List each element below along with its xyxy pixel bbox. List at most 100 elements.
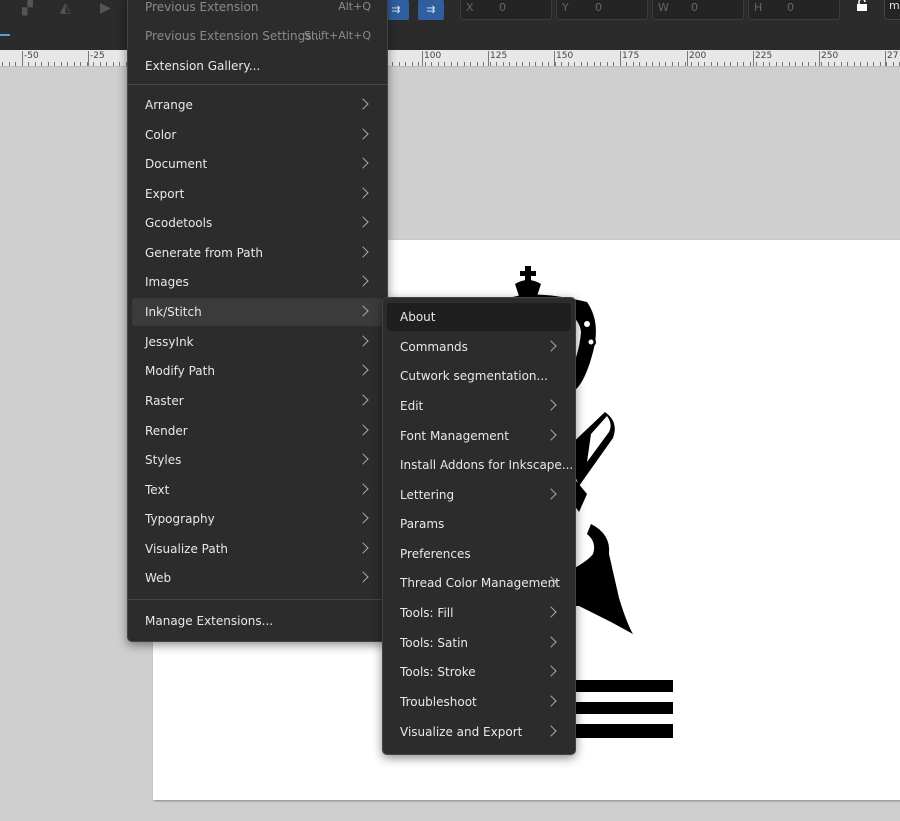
submenu-item-troubleshoot[interactable]: Troubleshoot (387, 688, 571, 716)
menu-item-raster[interactable]: Raster (132, 387, 383, 415)
menu-item-generate-from-path[interactable]: Generate from Path (132, 239, 383, 267)
menu-item-document[interactable]: Document (132, 150, 383, 178)
menu-item-previous-extension-settings[interactable]: Previous Extension Settings... Shift+Alt… (132, 22, 383, 50)
submenu-item-commands[interactable]: Commands (387, 333, 571, 361)
align-icon[interactable]: ▞ (22, 0, 33, 16)
submenu-item-install-addons[interactable]: Install Addons for Inkscape... (387, 451, 573, 479)
menu-item-web[interactable]: Web (132, 564, 383, 592)
submenu-item-params[interactable]: Params (387, 510, 571, 538)
ruler-tick (99, 62, 101, 66)
ruler-label: 250 (821, 51, 839, 61)
chevron-right-icon (545, 695, 557, 707)
ruler-tick (639, 62, 640, 66)
menu-item-styles[interactable]: Styles (132, 446, 383, 474)
menu-item-label: Font Management (400, 429, 509, 443)
submenu-item-tools-satin[interactable]: Tools: Satin (387, 629, 571, 657)
menu-item-label: Ink/Stitch (145, 305, 202, 319)
height-field[interactable]: H 0 (748, 0, 840, 20)
ruler-label: 200 (689, 51, 707, 61)
chevron-right-icon (357, 571, 369, 583)
chevron-right-icon (357, 335, 369, 347)
chevron-right-icon (357, 275, 369, 287)
ruler-tick (749, 62, 751, 66)
submenu-item-cutwork-segmentation[interactable]: Cutwork segmentation... (387, 362, 571, 390)
ruler-tick (808, 62, 809, 66)
ruler-tick (626, 62, 627, 66)
ruler-tick (743, 62, 744, 66)
menu-item-typography[interactable]: Typography (132, 505, 383, 533)
submenu-item-font-management[interactable]: Font Management (387, 422, 571, 450)
menu-item-label: Export (145, 187, 185, 201)
ruler-tick (684, 62, 686, 66)
width-field[interactable]: W 0 (652, 0, 744, 20)
ruler-tick (112, 62, 114, 66)
menu-item-color[interactable]: Color (132, 121, 383, 149)
menu-item-label: Tools: Stroke (400, 665, 476, 679)
menu-item-visualize-path[interactable]: Visualize Path (132, 535, 383, 563)
ruler-tick (840, 62, 842, 66)
ruler-label: -25 (90, 51, 105, 61)
lock-ratio-icon[interactable] (855, 0, 875, 16)
submenu-item-tools-fill[interactable]: Tools: Fill (387, 599, 571, 627)
x-label: X (466, 1, 474, 14)
chevron-right-icon (545, 340, 557, 352)
ruler-tick (834, 62, 835, 66)
x-coordinate-field[interactable]: X 0 (460, 0, 552, 20)
ruler-tick (463, 62, 465, 66)
ruler-tick (723, 62, 725, 66)
menu-item-images[interactable]: Images (132, 268, 383, 296)
submenu-item-lettering[interactable]: Lettering (387, 481, 571, 509)
menu-item-arrange[interactable]: Arrange (132, 91, 383, 119)
submenu-item-edit[interactable]: Edit (387, 392, 571, 420)
chevron-right-icon (545, 488, 557, 500)
ruler-tick (886, 62, 887, 66)
menu-item-extension-gallery[interactable]: Extension Gallery... (132, 52, 383, 80)
ruler-tick (769, 62, 770, 66)
submenu-item-about[interactable]: About (387, 303, 571, 331)
menu-item-gcodetools[interactable]: Gcodetools (132, 209, 383, 237)
menu-item-manage-extensions[interactable]: Manage Extensions... (132, 607, 383, 635)
menu-separator (128, 599, 387, 600)
menu-item-modify-path[interactable]: Modify Path (132, 357, 383, 385)
ruler-tick (697, 62, 699, 66)
ruler-tick (444, 62, 445, 66)
menu-item-shortcut: Alt+Q (338, 0, 371, 13)
ruler-tick (567, 62, 569, 66)
menu-item-label: Previous Extension Settings... (145, 29, 323, 43)
ruler-major-tick (488, 51, 489, 66)
y-coordinate-field[interactable]: Y 0 (556, 0, 648, 20)
h-label: H (754, 1, 763, 14)
ruler-tick (541, 62, 543, 66)
ruler-tick (821, 62, 822, 66)
lower-to-bottom-button[interactable]: ⇉ (418, 0, 444, 20)
menu-item-jessyink[interactable]: JessyInk (132, 328, 383, 356)
submenu-item-tools-stroke[interactable]: Tools: Stroke (387, 658, 571, 686)
ruler-tick (424, 62, 426, 66)
menu-item-inkstitch[interactable]: Ink/Stitch (132, 298, 383, 326)
chevron-right-icon (545, 429, 557, 441)
menu-item-previous-extension[interactable]: Previous Extension Alt+Q (132, 0, 383, 21)
ruler-major-tick (819, 51, 820, 66)
chevron-right-icon (357, 157, 369, 169)
menu-item-label: Tools: Fill (400, 606, 454, 620)
menu-item-render[interactable]: Render (132, 417, 383, 445)
ruler-tick (600, 62, 601, 66)
ruler-tick (405, 62, 406, 66)
menu-item-text[interactable]: Text (132, 476, 383, 504)
submenu-item-thread-color-management[interactable]: Thread Color Management (387, 569, 571, 597)
chevron-right-icon (545, 606, 557, 618)
ruler-tick (398, 62, 400, 66)
menu-item-export[interactable]: Export (132, 180, 383, 208)
menu-item-label: Manage Extensions... (145, 614, 274, 628)
menu-item-label: Text (145, 483, 170, 497)
ruler-tick (8, 62, 10, 66)
flip-vertical-icon[interactable]: ▶ (100, 0, 111, 16)
submenu-item-visualize-and-export[interactable]: Visualize and Export (387, 718, 571, 746)
unit-select[interactable]: m (884, 0, 900, 20)
ruler-tick (502, 62, 504, 66)
menu-item-shortcut: Shift+Alt+Q (304, 29, 371, 42)
submenu-item-preferences[interactable]: Preferences (387, 540, 571, 568)
ruler-tick (892, 62, 894, 66)
ruler-tick (652, 62, 653, 66)
flip-horizontal-icon[interactable]: ◭ (60, 0, 71, 16)
